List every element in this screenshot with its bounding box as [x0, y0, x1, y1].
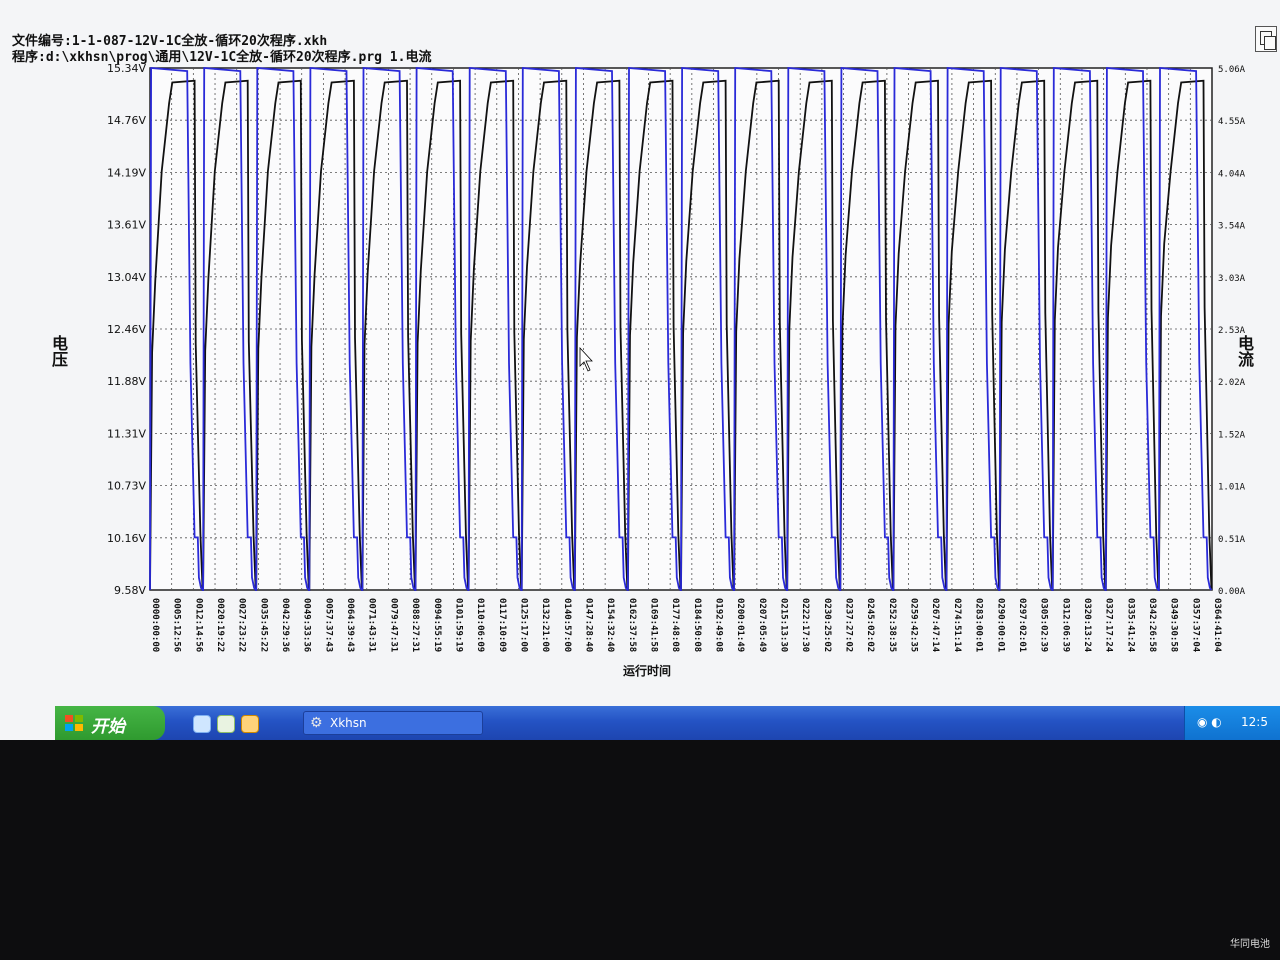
- x-tick-label: 0200:01:49: [735, 598, 745, 652]
- x-tick-label: 0094:55:19: [432, 598, 442, 652]
- x-tick-label: 0364:41:04: [1212, 598, 1222, 653]
- y-right-tick-label: 2.02A: [1218, 378, 1246, 388]
- y-tick-label: 14.19V: [107, 166, 146, 179]
- taskbar: 开始 ⚙ Xkhsn ◉ ◐ 12:5: [55, 706, 1280, 740]
- x-tick-label: 0101:59:19: [453, 598, 463, 652]
- x-tick-label: 0125:17:00: [518, 598, 528, 652]
- x-tick-label: 0192:49:08: [714, 598, 724, 652]
- y-tick-label: 12.46V: [107, 323, 146, 336]
- y-right-tick-label: 3.54A: [1218, 222, 1246, 232]
- x-tick-label: 0252:38:35: [887, 598, 897, 652]
- x-tick-label: 0267:47:14: [930, 598, 940, 653]
- x-tick-label: 0290:00:01: [995, 598, 1005, 652]
- x-tick-label: 0140:57:00: [562, 598, 572, 652]
- y-right-tick-label: 0.51A: [1218, 535, 1246, 545]
- y-right-tick-label: 1.52A: [1218, 430, 1246, 440]
- x-tick-label: 0035:45:22: [258, 598, 268, 652]
- x-tick-label: 0042:29:36: [280, 598, 290, 652]
- voltage-current-chart: 0000:00:00 0005:12:56 0012:14:56 0020:19:22…: [107, 62, 1246, 653]
- x-tick-label: 0245:02:02: [865, 598, 875, 652]
- taskbar-item-label: Xkhsn: [330, 716, 367, 730]
- x-tick-label: 0132:21:00: [540, 598, 550, 652]
- x-tick-label: 0162:37:58: [627, 598, 637, 652]
- x-tick-label: 0079:47:31: [388, 598, 398, 652]
- x-tick-label: 0064:39:43: [345, 598, 355, 652]
- y-right-tick-label: 5.06A: [1218, 65, 1246, 75]
- screen: 文件编号:1-1-087-12V-1C全放-循环20次程序.xkh 程序:d:\…: [0, 0, 1280, 740]
- x-tick-label: 0057:37:43: [323, 598, 333, 652]
- watermark: 华同电池: [1230, 939, 1270, 950]
- x-tick-label: 0071:43:31: [367, 598, 377, 652]
- browser-icon[interactable]: [193, 715, 211, 733]
- x-tick-label: 0320:13:24: [1082, 598, 1092, 653]
- x-tick-label: 0283:00:01: [974, 598, 984, 652]
- y-tick-label: 10.16V: [107, 532, 146, 545]
- x-tick-label: 0169:41:58: [648, 598, 658, 652]
- x-tick-label: 0020:19:22: [215, 598, 225, 652]
- x-tick-label: 0305:02:39: [1039, 598, 1049, 652]
- x-tick-label: 0049:33:36: [302, 598, 312, 652]
- gear-icon: ⚙: [310, 715, 323, 731]
- x-tick-label: 0274:51:14: [952, 598, 962, 653]
- y-tick-label: 14.76V: [107, 114, 146, 127]
- y-tick-label: 10.73V: [107, 480, 146, 493]
- x-tick-label: 0177:48:08: [670, 598, 680, 652]
- y-tick-label: 11.88V: [107, 375, 146, 388]
- x-tick-label: 0117:10:09: [497, 598, 507, 652]
- x-tick-label: 0184:50:08: [692, 598, 702, 652]
- x-tick-label: 0110:06:09: [475, 598, 485, 652]
- x-tick-label: 0357:37:04: [1190, 598, 1200, 653]
- x-tick-label: 0312:06:39: [1060, 598, 1070, 652]
- y-right-tick-label: 4.04A: [1218, 169, 1246, 179]
- x-tick-label: 0222:17:30: [800, 598, 810, 652]
- x-tick-label: 0027:23:22: [237, 598, 247, 652]
- y-tick-label: 15.34V: [107, 62, 146, 75]
- x-tick-label: 0297:02:01: [1017, 598, 1027, 652]
- y-right-tick-label: 1.01A: [1218, 483, 1246, 493]
- x-tick-label: 0147:28:40: [583, 598, 593, 652]
- desktop-icon[interactable]: [217, 715, 235, 733]
- start-button[interactable]: 开始: [55, 706, 165, 740]
- tray-icons[interactable]: ◉ ◐: [1197, 715, 1222, 729]
- y-tick-label: 9.58V: [114, 584, 146, 597]
- x-tick-label: 0230:25:02: [822, 598, 832, 652]
- y-tick-label: 11.31V: [107, 427, 146, 440]
- x-tick-label: 0207:05:49: [757, 598, 767, 652]
- start-label: 开始: [91, 717, 125, 737]
- taskbar-item-xkhsn[interactable]: ⚙ Xkhsn: [303, 711, 483, 735]
- x-tick-label: 0259:42:35: [909, 598, 919, 652]
- x-tick-label: 0237:27:02: [844, 598, 854, 652]
- x-tick-label: 0349:30:58: [1169, 598, 1179, 652]
- x-tick-label: 0335:41:24: [1125, 598, 1135, 653]
- windows-logo-icon: [65, 715, 83, 731]
- x-tick-label: 0215:13:30: [779, 598, 789, 652]
- x-tick-label: 0154:32:40: [605, 598, 615, 652]
- x-tick-label: 0088:27:31: [410, 598, 420, 652]
- clock: 12:5: [1241, 715, 1268, 729]
- y-right-tick-label: 3.03A: [1218, 274, 1246, 284]
- x-tick-label: 0327:17:24: [1104, 598, 1114, 653]
- x-tick-label: 0012:14:56: [193, 598, 203, 652]
- system-tray: ◉ ◐ 12:5: [1184, 706, 1280, 740]
- y-right-tick-label: 4.55A: [1218, 117, 1246, 127]
- x-tick-label: 0000:00:00: [150, 598, 160, 652]
- y-tick-label: 13.61V: [107, 219, 146, 232]
- y-tick-label: 13.04V: [107, 271, 146, 284]
- y-right-tick-label: 0.00A: [1218, 587, 1246, 597]
- y-axis-label-voltage: 电压: [49, 335, 68, 367]
- x-tick-label: 0342:26:58: [1147, 598, 1157, 652]
- x-axis-label: 运行时间: [623, 664, 672, 678]
- media-icon[interactable]: [241, 715, 259, 733]
- x-tick-label: 0005:12:56: [172, 598, 182, 652]
- y-axis-label-current: 电流: [1235, 335, 1254, 367]
